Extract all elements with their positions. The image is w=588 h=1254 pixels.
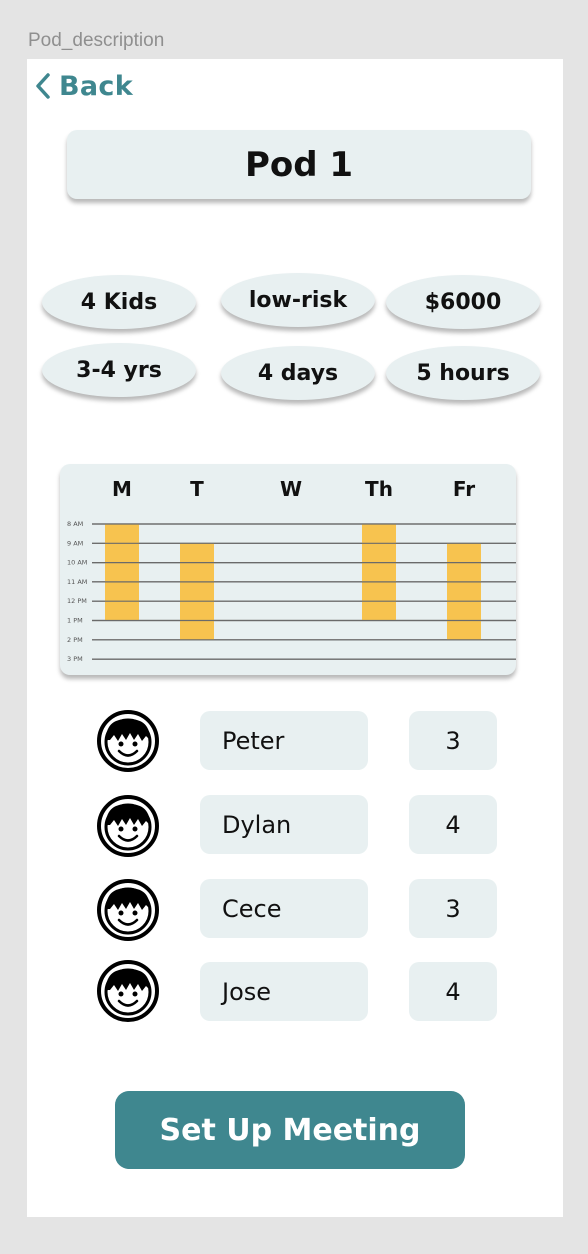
day-header-fr: Fr [453, 477, 475, 501]
time-label: 8 AM [67, 520, 83, 528]
kid-age: 4 [409, 795, 497, 854]
kid-age: 3 [409, 711, 497, 770]
kid-name: Dylan [200, 795, 368, 854]
kid-avatar-icon [97, 960, 159, 1022]
time-label: 2 PM [67, 636, 83, 644]
schedule-block-t [180, 543, 214, 640]
back-button[interactable]: Back [35, 69, 133, 103]
kid-name: Cece [200, 879, 368, 938]
set-up-meeting-label: Set Up Meeting [159, 1112, 421, 1148]
time-label: 11 AM [67, 578, 87, 586]
pod-title: Pod 1 [244, 144, 354, 185]
back-label: Back [59, 70, 133, 102]
time-label: 10 AM [67, 559, 87, 567]
frame-label: Pod_description [28, 30, 165, 51]
pod-title-card: Pod 1 [67, 130, 531, 199]
time-label: 3 PM [67, 655, 83, 663]
kid-avatar-icon [97, 879, 159, 941]
stat-hours: 5 hours [386, 346, 540, 400]
kid-avatar-icon [97, 710, 159, 772]
pod-description-screen: Back Pod 1 4 Kids low-risk $6000 3-4 yrs… [27, 59, 563, 1217]
kid-age: 4 [409, 962, 497, 1021]
schedule-block-fr [447, 543, 481, 640]
kid-avatar-icon [97, 795, 159, 857]
kid-name: Jose [200, 962, 368, 1021]
schedule-block-th [362, 524, 396, 621]
schedule-grid: M T W Th Fr 8 AM 9 AM 10 AM 11 AM 12 PM 1 PM 2 PM 3 … [67, 477, 516, 663]
day-header-w: W [280, 477, 302, 501]
day-header-t: T [190, 477, 204, 501]
set-up-meeting-button[interactable]: Set Up Meeting [115, 1091, 465, 1169]
schedule-block-m [105, 524, 139, 621]
time-label: 1 PM [67, 617, 83, 625]
day-header-th: Th [365, 477, 393, 501]
stat-risk-level: low-risk [221, 273, 375, 327]
stat-days: 4 days [221, 346, 375, 400]
stat-price: $6000 [386, 275, 540, 329]
kid-age: 3 [409, 879, 497, 938]
stat-age-range: 3-4 yrs [42, 343, 196, 397]
weekly-schedule: M T W Th Fr 8 AM 9 AM 10 AM 11 AM 12 PM 1 PM 2 PM 3 … [60, 464, 516, 675]
time-label: 12 PM [67, 597, 87, 605]
time-label: 9 AM [67, 539, 83, 547]
day-header-m: M [112, 477, 132, 501]
kid-name: Peter [200, 711, 368, 770]
stat-kids-count: 4 Kids [42, 275, 196, 329]
chevron-left-icon [36, 73, 50, 99]
